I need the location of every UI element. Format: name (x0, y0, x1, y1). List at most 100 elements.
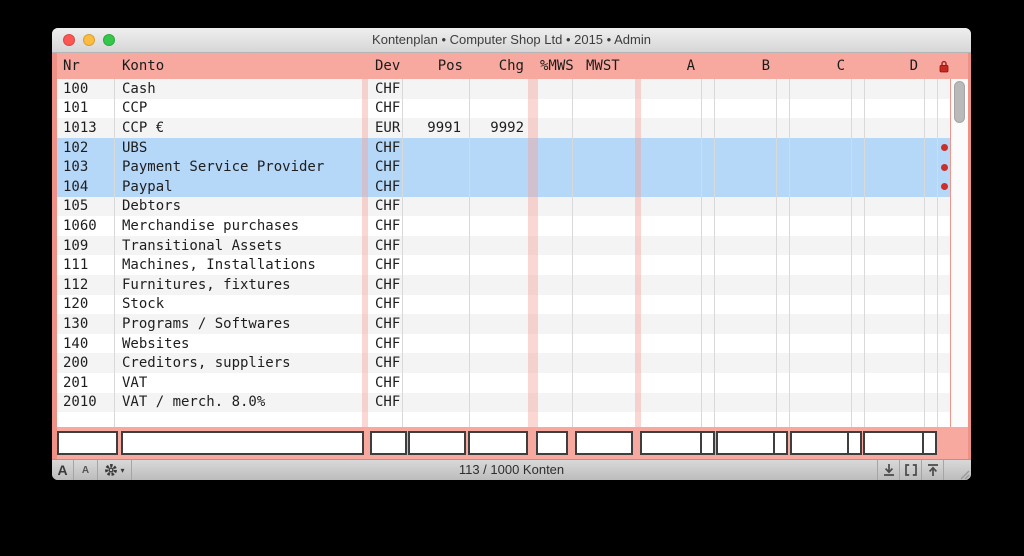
cell-separator (528, 314, 538, 334)
cell-pos (403, 314, 470, 334)
titlebar[interactable]: Kontenplan • Computer Shop Ltd • 2015 • … (52, 28, 971, 53)
footer-input-d[interactable] (863, 431, 937, 455)
cell-separator (702, 255, 715, 275)
table-row[interactable]: 200Creditors, suppliersCHF (57, 353, 950, 373)
cell-separator (528, 79, 538, 99)
column-header-dev: Dev. (368, 53, 403, 79)
cell-separator (777, 412, 790, 427)
cell-mws (538, 138, 573, 158)
cell-separator (777, 138, 790, 158)
arrow-up-to-line-button[interactable] (921, 460, 943, 480)
cell-nr: 104 (57, 177, 115, 197)
cell-chg (470, 79, 528, 99)
table-row[interactable]: 120StockCHF (57, 295, 950, 315)
cell-separator (852, 334, 865, 354)
column-header-nr: Nr (57, 53, 115, 79)
frame-button[interactable] (899, 460, 921, 480)
cell-konto: Creditors, suppliers (115, 353, 362, 373)
cell-konto: CCP € (115, 118, 362, 138)
vertical-scrollbar[interactable] (950, 79, 968, 427)
table-row[interactable]: 2010VAT / merch. 8.0%CHF (57, 393, 950, 413)
cell-separator (715, 314, 777, 334)
cell-separator (790, 118, 852, 138)
table-row[interactable]: 1013CCP €EUR99919992 (57, 118, 950, 138)
table-row[interactable]: 140WebsitesCHF (57, 334, 950, 354)
cell-nr (57, 412, 115, 427)
table-row[interactable]: 201VATCHF (57, 373, 950, 393)
table-row[interactable]: 130Programs / SoftwaresCHF (57, 314, 950, 334)
table-row[interactable]: 100CashCHF (57, 79, 950, 99)
table-row[interactable]: 1060Merchandise purchasesCHF (57, 216, 950, 236)
footer-input-dev[interactable] (370, 431, 407, 455)
table-header: Nr Konto Dev. Pos Chg %MWS MWST A B C D (57, 53, 968, 79)
cell-separator (641, 255, 702, 275)
cell-separator (702, 412, 715, 427)
cell-mws (538, 197, 573, 217)
cell-separator (641, 314, 702, 334)
cell-separator (865, 197, 925, 217)
close-button[interactable] (63, 34, 75, 46)
table-row[interactable]: 112Furnitures, fixturesCHF (57, 275, 950, 295)
cell-separator (702, 353, 715, 373)
cell-konto: Programs / Softwares (115, 314, 362, 334)
arrow-down-to-line-button[interactable] (877, 460, 899, 480)
footer-input-konto[interactable] (121, 431, 364, 455)
cell-separator (865, 216, 925, 236)
gear-menu-button[interactable]: ▾ (98, 460, 132, 480)
table-row[interactable]: 102UBSCHF (57, 138, 950, 158)
footer-input-chg[interactable] (468, 431, 528, 455)
table-row[interactable]: 101CCPCHF (57, 99, 950, 119)
scrollbar-thumb[interactable] (954, 81, 965, 123)
font-large-button[interactable]: A (52, 460, 74, 480)
cell-separator (641, 334, 702, 354)
cell-chg (470, 412, 528, 427)
font-small-button[interactable]: A (74, 460, 98, 480)
column-header-a: A (641, 53, 702, 79)
cell-separator (715, 412, 777, 427)
minimize-button[interactable] (83, 34, 95, 46)
cell-dot (938, 373, 950, 393)
table-row[interactable]: 111Machines, InstallationsCHF (57, 255, 950, 275)
cell-separator (852, 255, 865, 275)
cell-separator (852, 412, 865, 427)
cell-separator (777, 216, 790, 236)
cell-chg (470, 255, 528, 275)
header-spacer (702, 53, 715, 79)
cell-mwst (573, 236, 635, 256)
cell-separator (790, 412, 852, 427)
cell-konto: Websites (115, 334, 362, 354)
cell-separator (777, 79, 790, 99)
zoom-button[interactable] (103, 34, 115, 46)
cell-separator (715, 255, 777, 275)
cell-separator (702, 334, 715, 354)
cell-mws (538, 295, 573, 315)
table-row[interactable]: 109Transitional AssetsCHF (57, 236, 950, 256)
cell-dot (938, 412, 950, 427)
footer-input-pos[interactable] (408, 431, 466, 455)
cell-konto: Paypal (115, 177, 362, 197)
footer-input-c[interactable] (790, 431, 862, 455)
footer-input-b[interactable] (716, 431, 788, 455)
cell-separator (641, 138, 702, 158)
footer-input-mwst[interactable] (575, 431, 633, 455)
cell-separator (777, 99, 790, 119)
cell-dev: CHF (368, 138, 403, 158)
cell-separator (925, 373, 938, 393)
table-row[interactable]: 104PaypalCHF (57, 177, 950, 197)
resize-grip[interactable] (943, 460, 971, 480)
cell-konto: Debtors (115, 197, 362, 217)
cell-separator (790, 216, 852, 236)
footer-input-nr[interactable] (57, 431, 118, 455)
cell-chg (470, 138, 528, 158)
cell-separator (925, 157, 938, 177)
cell-chg (470, 393, 528, 413)
cell-nr: 111 (57, 255, 115, 275)
gear-icon (104, 463, 118, 477)
table-row[interactable]: 105DebtorsCHF (57, 197, 950, 217)
table-row[interactable]: 103Payment Service ProviderCHF (57, 157, 950, 177)
footer-input-a[interactable] (640, 431, 715, 455)
footer-input-mws[interactable] (536, 431, 568, 455)
cell-separator (925, 177, 938, 197)
cell-dot (938, 295, 950, 315)
cell-separator (641, 79, 702, 99)
